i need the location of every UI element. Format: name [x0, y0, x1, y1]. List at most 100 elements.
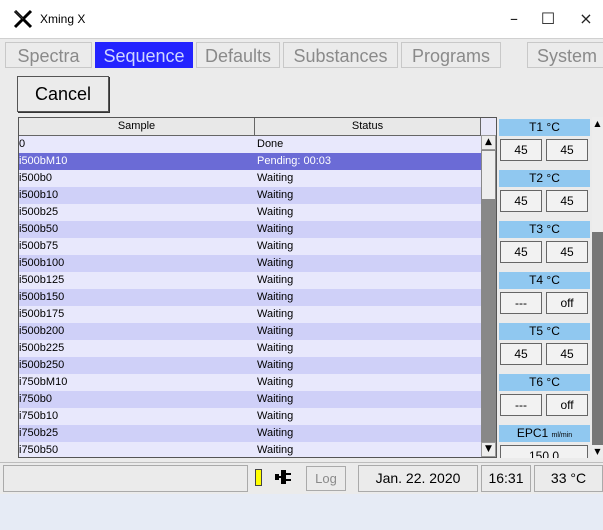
- sample-cell: i500b75: [19, 240, 59, 252]
- status-cell: Done: [257, 138, 284, 150]
- sample-cell: i750b10: [19, 410, 59, 422]
- status-cell: Waiting: [257, 393, 294, 405]
- table-row[interactable]: i750bM10 Waiting: [19, 374, 481, 391]
- temp-setpoint[interactable]: off: [546, 292, 588, 314]
- close-button[interactable]: ×: [569, 6, 603, 32]
- window-title: Xming X: [40, 12, 86, 26]
- epc1-group: EPC1 ml/min 150.0: [497, 423, 590, 458]
- table-row[interactable]: i750b50 Waiting: [19, 442, 481, 457]
- status-cell: Waiting: [257, 172, 294, 184]
- sample-cell: i500b200: [19, 325, 65, 337]
- tab-bar: Spectra Sequence Defaults Substances Pro…: [0, 39, 603, 71]
- temp-label: T2 °C: [499, 170, 590, 187]
- table-row[interactable]: i500b150 Waiting: [19, 289, 481, 306]
- temp-actual: ---: [500, 292, 542, 314]
- status-cell: Waiting: [257, 308, 294, 320]
- table-row[interactable]: i500b200 Waiting: [19, 323, 481, 340]
- status-indicator: [255, 469, 262, 486]
- scroll-up-arrow-icon[interactable]: ▲: [592, 117, 603, 130]
- temperature-panel: T1 °C 45 45 T2 °C 45 45 T3 °C 45 45 T4 °…: [497, 117, 592, 458]
- temp-label: T5 °C: [499, 323, 590, 340]
- temp-setpoint[interactable]: 45: [546, 343, 588, 365]
- column-header-status[interactable]: Status: [255, 118, 481, 135]
- temp-setpoint[interactable]: 45: [546, 139, 588, 161]
- temp-actual: ---: [500, 394, 542, 416]
- sample-cell: i500b50: [19, 223, 59, 235]
- table-row[interactable]: i500b0 Waiting: [19, 170, 481, 187]
- scroll-thumb[interactable]: [482, 151, 495, 199]
- scroll-down-arrow-icon[interactable]: ▼: [592, 445, 603, 458]
- cancel-button[interactable]: Cancel: [17, 76, 109, 112]
- table-row[interactable]: i500b10 Waiting: [19, 187, 481, 204]
- scroll-thumb[interactable]: [592, 130, 603, 232]
- table-row[interactable]: i500b75 Waiting: [19, 238, 481, 255]
- status-cell: Waiting: [257, 325, 294, 337]
- table-row[interactable]: i500b50 Waiting: [19, 221, 481, 238]
- status-cell: Waiting: [257, 444, 294, 456]
- status-cell: Pending: 00:03: [257, 155, 332, 167]
- sample-cell: i500b25: [19, 206, 59, 218]
- temp-setpoint[interactable]: off: [546, 394, 588, 416]
- sample-cell: i500b175: [19, 308, 65, 320]
- table-row[interactable]: i500bM10 Pending: 00:03: [19, 153, 481, 170]
- table-scrollbar[interactable]: ▲ ▼: [481, 135, 496, 457]
- temp-actual: 45: [500, 190, 542, 212]
- table-row[interactable]: i500b125 Waiting: [19, 272, 481, 289]
- status-bar: Jan. 22. 2020 16:31 33 °C: [0, 462, 603, 494]
- table-row[interactable]: i500b100 Waiting: [19, 255, 481, 272]
- table-row[interactable]: i750b0 Waiting: [19, 391, 481, 408]
- status-cell: Waiting: [257, 206, 294, 218]
- tab-system[interactable]: System: [527, 42, 603, 68]
- status-cell: Waiting: [257, 359, 294, 371]
- panel-scrollbar[interactable]: ▲ ▼: [592, 117, 603, 458]
- status-cell: Waiting: [257, 223, 294, 235]
- sample-cell: i750b0: [19, 393, 53, 405]
- table-header: Sample Status: [19, 118, 481, 136]
- sample-cell: i500b125: [19, 274, 65, 286]
- tab-defaults[interactable]: Defaults: [196, 42, 280, 68]
- temp-group-t1: T1 °C 45 45: [497, 117, 590, 167]
- sample-cell: i500b0: [19, 172, 53, 184]
- temp-label: T1 °C: [499, 119, 590, 136]
- table-row[interactable]: i500b25 Waiting: [19, 204, 481, 221]
- table-row[interactable]: i500b250 Waiting: [19, 357, 481, 374]
- tab-substances[interactable]: Substances: [283, 42, 398, 68]
- tab-programs[interactable]: Programs: [401, 42, 501, 68]
- sample-cell: i500b250: [19, 359, 65, 371]
- sequence-table: Sample Status 0 Done i500bM10 Pending: 00:0…: [18, 117, 497, 458]
- sample-cell: i750b50: [19, 444, 59, 456]
- tab-spectra[interactable]: Spectra: [5, 42, 92, 68]
- xming-x-icon: [13, 9, 33, 29]
- temp-actual: 45: [500, 241, 542, 263]
- sample-cell: i500b10: [19, 189, 59, 201]
- table-row[interactable]: i750b10 Waiting: [19, 408, 481, 425]
- scroll-up-arrow-icon[interactable]: ▲: [481, 135, 496, 150]
- maximize-button[interactable]: ☐: [531, 6, 565, 32]
- epc1-value[interactable]: 150.0: [500, 445, 588, 458]
- epc1-label: EPC1 ml/min: [499, 425, 590, 442]
- tab-sequence[interactable]: Sequence: [95, 42, 193, 68]
- scroll-down-arrow-icon[interactable]: ▼: [481, 442, 496, 457]
- temp-label: T4 °C: [499, 272, 590, 289]
- temp-setpoint[interactable]: 45: [546, 241, 588, 263]
- table-row[interactable]: 0 Done: [19, 136, 481, 153]
- minimize-button[interactable]: –: [497, 6, 531, 32]
- log-button[interactable]: Log: [306, 466, 346, 491]
- status-cell: Waiting: [257, 189, 294, 201]
- table-row[interactable]: i750b25 Waiting: [19, 425, 481, 442]
- plug-icon: [275, 470, 291, 484]
- table-row[interactable]: i500b225 Waiting: [19, 340, 481, 357]
- app-window: Xming X – ☐ × Spectra Sequence Defaults …: [0, 0, 603, 494]
- status-cell: Waiting: [257, 342, 294, 354]
- sample-cell: i750bM10: [19, 376, 68, 388]
- status-cell: Waiting: [257, 240, 294, 252]
- sample-cell: i500b225: [19, 342, 65, 354]
- temp-actual: 45: [500, 343, 542, 365]
- temp-actual: 45: [500, 139, 542, 161]
- sample-cell: 0: [19, 138, 26, 150]
- temp-setpoint[interactable]: 45: [546, 190, 588, 212]
- status-cell: Waiting: [257, 376, 294, 388]
- column-header-sample[interactable]: Sample: [19, 118, 255, 135]
- status-time: 16:31: [481, 465, 531, 492]
- table-row[interactable]: i500b175 Waiting: [19, 306, 481, 323]
